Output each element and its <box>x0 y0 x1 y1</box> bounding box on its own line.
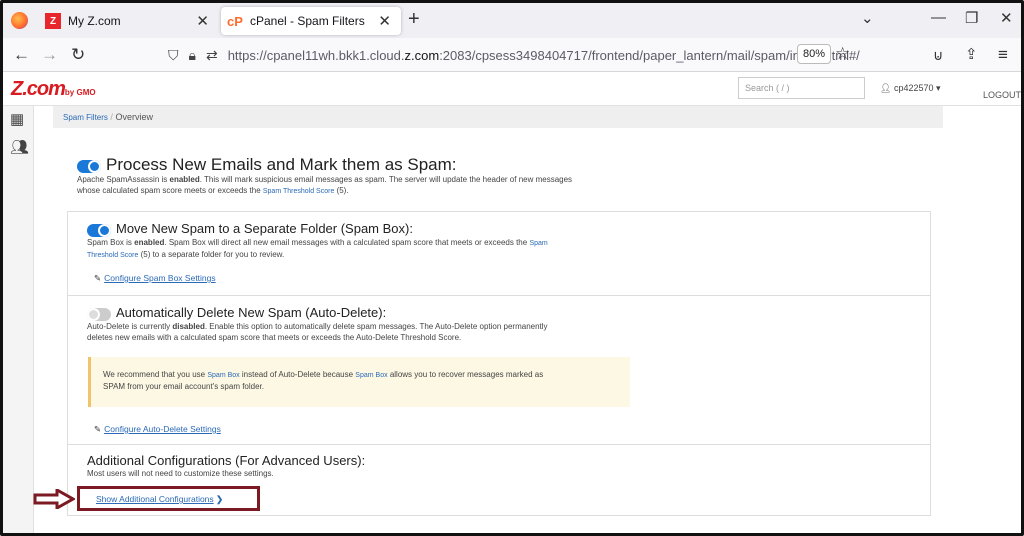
minimize-icon[interactable]: — <box>931 9 946 26</box>
user-icon: 👤︎ <box>880 83 892 93</box>
search-input[interactable]: Search ( / ) <box>738 77 865 99</box>
spam-box-description: Spam Box is enabled. Spam Box will direc… <box>87 238 548 259</box>
pencil-icon: ✎ <box>94 424 102 434</box>
auto-delete-toggle[interactable] <box>87 308 111 321</box>
z-favicon-icon: Z <box>45 13 61 29</box>
tab-label: My Z.com <box>68 14 121 28</box>
tab-label: cPanel - Spam Filters <box>250 14 365 28</box>
logout-link[interactable]: LOGOUT <box>983 90 1021 100</box>
share-icon[interactable]: ⇪ <box>965 45 978 63</box>
auto-delete-description: Auto-Delete is currently disabled. Enabl… <box>87 322 548 342</box>
tab-close-icon[interactable]: ✕ <box>196 12 209 30</box>
spam-threshold-link[interactable]: Threshold Score <box>87 252 138 259</box>
navigation-bar: ← → ↻ ⛉ 🔒︎ ⇄ https://cpanel11wh.bkk1.clo… <box>3 38 1021 72</box>
firefox-icon[interactable] <box>11 12 28 29</box>
process-title: Process New Emails and Mark them as Spam… <box>106 155 457 174</box>
sidebar: ▦ 👥︎ <box>3 106 34 533</box>
reload-icon[interactable]: ↻ <box>71 45 85 65</box>
breadcrumb-link-spam-filters[interactable]: Spam Filters <box>63 113 108 122</box>
grid-icon[interactable]: ▦ <box>10 110 24 128</box>
auto-delete-title: Automatically Delete New Spam (Auto-Dele… <box>116 305 387 320</box>
url-bar[interactable]: ⛉ 🔒︎ ⇄ https://cpanel11wh.bkk1.cloud.z.c… <box>168 42 860 68</box>
cpanel-favicon-icon: cP <box>227 13 243 29</box>
spam-box-link[interactable]: Spam Box <box>207 372 239 379</box>
users-icon[interactable]: 👥︎ <box>10 138 29 156</box>
lock-icon[interactable]: 🔒︎ <box>189 47 196 64</box>
permissions-icon[interactable]: ⇄ <box>206 47 218 64</box>
pocket-icon[interactable]: ⊍ <box>933 47 943 64</box>
cpanel-header: Z.comby GMO Search ( / ) 👤︎ cp422570 ▾ L… <box>3 72 1021 106</box>
shield-icon[interactable]: ⛉ <box>168 47 179 64</box>
menu-icon[interactable]: ≡ <box>998 45 1008 65</box>
configure-spam-box-link[interactable]: ✎ Configure Spam Box Settings <box>94 273 216 284</box>
tab-spam-filters[interactable]: cP cPanel - Spam Filters ✕ <box>221 7 401 35</box>
spam-box-recommendation: We recommend that you use Spam Box inste… <box>88 357 630 407</box>
zoom-indicator[interactable]: 80% <box>797 44 831 64</box>
additional-config-description: Most users will not need to customize th… <box>87 469 274 478</box>
process-spam-toggle[interactable] <box>77 160 101 173</box>
show-additional-config-button[interactable]: Show Additional Configurations ❯ <box>77 486 260 511</box>
configure-auto-delete-link[interactable]: ✎ Configure Auto-Delete Settings <box>94 424 221 435</box>
tab-bar: Z My Z.com ✕ cP cPanel - Spam Filters ✕ … <box>3 3 1021 38</box>
back-icon[interactable]: ← <box>13 45 30 65</box>
spam-box-title: Move New Spam to a Separate Folder (Spam… <box>116 221 413 236</box>
spam-box-toggle[interactable] <box>87 224 111 237</box>
bookmark-star-icon[interactable]: ☆ <box>835 44 850 64</box>
user-menu[interactable]: 👤︎ cp422570 ▾ <box>880 83 941 94</box>
tab-close-icon[interactable]: ✕ <box>378 12 391 30</box>
breadcrumb: Spam Filters / Overview <box>53 106 943 128</box>
url-text[interactable]: https://cpanel11wh.bkk1.cloud.z.com:2083… <box>228 48 860 63</box>
additional-config-title: Additional Configurations (For Advanced … <box>87 453 366 468</box>
new-tab-icon[interactable]: + <box>408 8 420 31</box>
zcom-logo[interactable]: Z.comby GMO <box>11 78 96 101</box>
spam-threshold-link[interactable]: Spam <box>529 240 547 247</box>
breadcrumb-current: Overview <box>115 112 153 122</box>
spam-box-link[interactable]: Spam Box <box>355 372 387 379</box>
pencil-icon: ✎ <box>94 273 102 283</box>
forward-icon[interactable]: → <box>41 45 58 65</box>
close-window-icon[interactable]: ✕ <box>1000 9 1013 27</box>
spam-threshold-link[interactable]: Spam Threshold Score <box>263 188 334 195</box>
restore-icon[interactable]: ❐ <box>965 9 978 27</box>
tab-my-zcom[interactable]: Z My Z.com ✕ <box>39 7 219 35</box>
chevron-down-icon: ❯ <box>216 494 224 504</box>
browser-window: Z My Z.com ✕ cP cPanel - Spam Filters ✕ … <box>0 0 1024 536</box>
tab-list-icon[interactable]: ⌄ <box>861 9 874 27</box>
arrow-right-icon <box>33 489 75 509</box>
process-description: Apache SpamAssassin is enabled. This wil… <box>77 175 573 195</box>
